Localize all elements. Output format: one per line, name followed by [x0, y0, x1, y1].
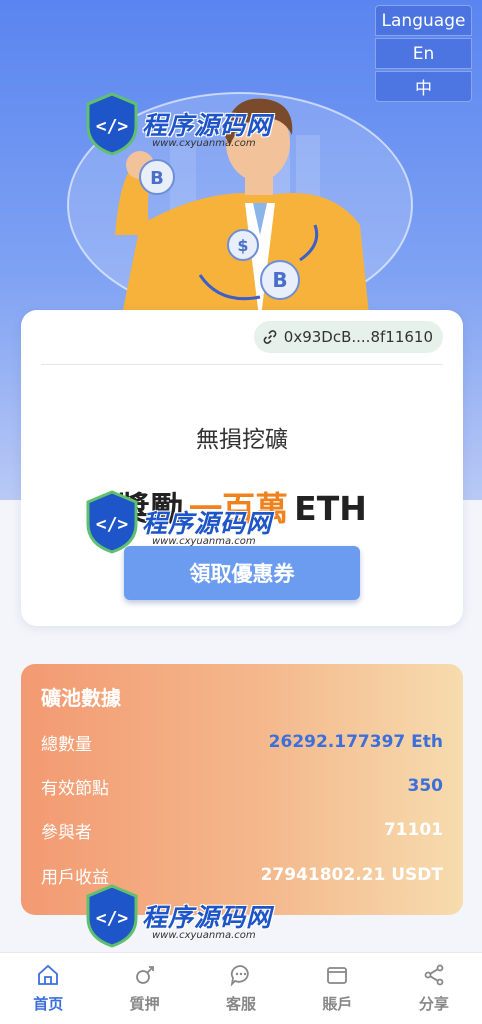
nav-item-label: 賬戶	[322, 995, 353, 1013]
watermark-url: www.cxyuanma.com	[152, 536, 256, 547]
home-icon	[38, 964, 59, 985]
pool-row-value: 27941802.21 USDT	[260, 865, 443, 885]
pool-row-label: 有效節點	[41, 778, 109, 799]
pool-row: 總數量 26292.177397 Eth	[41, 730, 443, 755]
nav-item-share[interactable]: 分享	[386, 953, 482, 1024]
watermark: </> 程序源码网 www.cxyuanma.com	[84, 490, 294, 570]
nav-item-stake[interactable]: 質押	[96, 953, 192, 1024]
watermark-logo-icon: </>	[86, 490, 138, 554]
nav-item-label: 首页	[33, 995, 64, 1013]
nav-item-account[interactable]: 賬戶	[289, 953, 385, 1024]
share-icon	[424, 964, 444, 986]
pool-row-value: 350	[407, 776, 444, 796]
watermark-url: www.cxyuanma.com	[152, 138, 256, 149]
bottom-nav: 首页 質押 客服 賬戶 分享	[0, 952, 482, 1024]
svg-text:</>: </>	[96, 514, 129, 535]
pool-row-label: 總數量	[41, 734, 92, 755]
chat-icon	[230, 965, 249, 987]
nav-item-support[interactable]: 客服	[193, 953, 289, 1024]
divider	[41, 364, 443, 365]
svg-text:</>: </>	[96, 908, 129, 929]
pool-row-value: 71101	[383, 820, 443, 840]
reward-unit: ETH	[294, 489, 367, 528]
link-icon	[263, 330, 277, 344]
watermark-text: 程序源码网	[142, 509, 273, 538]
wallet-address: 0x93DcB....8f11610	[283, 328, 433, 346]
pool-row-value: 26292.177397 Eth	[268, 732, 443, 752]
watermark-logo-icon: </>	[86, 92, 138, 156]
watermark-logo-icon: </>	[86, 884, 138, 948]
wallet-address-chip[interactable]: 0x93DcB....8f11610	[253, 321, 443, 353]
card-heading: 無損挖礦	[196, 427, 288, 453]
pool-row: 有效節點 350	[41, 774, 444, 799]
svg-text:B: B	[272, 268, 287, 292]
stake-icon	[135, 966, 154, 984]
watermark: </> 程序源码网 www.cxyuanma.com	[84, 92, 294, 172]
language-option-en[interactable]: En	[375, 38, 472, 69]
watermark-text: 程序源码网	[142, 111, 273, 140]
nav-item-label: 客服	[226, 995, 257, 1013]
mining-card: 0x93DcB....8f11610 無損挖礦 獎勵 一百萬 ETH 領取優惠券	[21, 310, 463, 626]
nav-item-label: 分享	[418, 995, 449, 1013]
pool-row: 參與者 71101	[41, 818, 443, 843]
nav-item-home[interactable]: 首页	[0, 953, 96, 1024]
language-switcher: Language En 中	[375, 5, 472, 102]
language-title[interactable]: Language	[375, 5, 472, 36]
nav-item-label: 質押	[129, 995, 160, 1013]
svg-text:$: $	[237, 236, 248, 255]
pool-row-label: 參與者	[41, 822, 92, 843]
watermark-text: 程序源码网	[142, 903, 273, 932]
svg-text:</>: </>	[96, 116, 129, 137]
watermark-url: www.cxyuanma.com	[152, 930, 256, 941]
pool-title: 礦池數據	[41, 686, 121, 710]
pool-data-card: 礦池數據 總數量 26292.177397 Eth 有效節點 350 參與者 7…	[21, 664, 463, 915]
language-option-zh[interactable]: 中	[375, 71, 472, 102]
wallet-icon	[327, 967, 348, 984]
